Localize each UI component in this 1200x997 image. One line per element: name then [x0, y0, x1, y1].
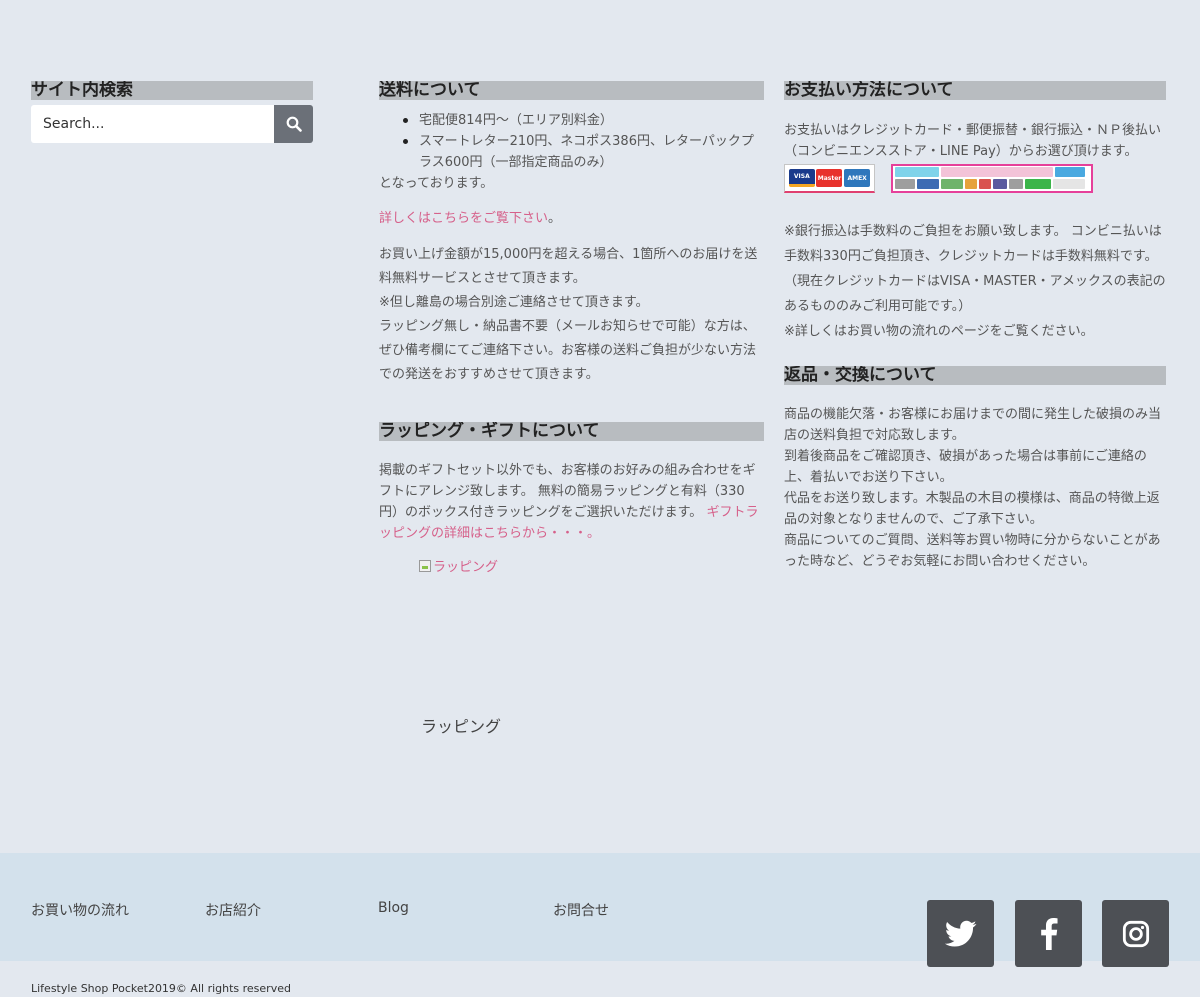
visa-logo: VISA: [788, 169, 815, 187]
payment-logos: VISA Master AMEX: [784, 164, 1166, 193]
shipping-detail-link[interactable]: 詳しくはこちらをご覧下さい: [379, 211, 548, 226]
returns-paragraphs: 商品の機能欠落・お客様にお届けまでの間に発生した破損のみ当店の送料負担で対応致し…: [784, 404, 1166, 572]
returns-paragraph: 到着後商品をご確認頂き、破損があった場合は事前にご連絡の上、着払いでお送り下さい…: [784, 449, 1147, 485]
twitter-icon: [944, 920, 976, 947]
instagram-icon: [1122, 920, 1149, 947]
search-heading: サイト内検索: [31, 81, 313, 100]
store-logo-icon: [941, 179, 963, 189]
search-icon: [286, 116, 302, 132]
payment-paragraph: ※詳しくはお買い物の流れのページをご覧ください。: [784, 324, 1094, 339]
main-content: サイト内検索 送料について 宅配便814円～（エリア別料金） スマートレター21…: [0, 0, 1200, 853]
wrapping-image-alt: ラッピング: [433, 560, 499, 575]
shipping-list: 宅配便814円～（エリア別料金） スマートレター210円、ネコポス386円、レタ…: [379, 110, 764, 173]
shipping-column: 送料について 宅配便814円～（エリア別料金） スマートレター210円、ネコポス…: [379, 81, 764, 737]
shipping-paragraphs: お買い上げ金額が15,000円を超える場合、1箇所へのお届けを送料無料サービスと…: [379, 243, 764, 387]
shipping-paragraph: ※但し離島の場合別途ご連絡させて頂きます。: [379, 295, 649, 310]
payment-paragraphs: ※銀行振込は手数料のご負担をお願い致します。 コンビニ払いは手数料330円ご負担…: [784, 219, 1166, 344]
np-banner-strip: [941, 167, 1053, 177]
store-logo-icon: [965, 179, 977, 189]
payment-column: お支払い方法について お支払いはクレジットカード・郵便振替・銀行振込・ＮＰ後払い…: [784, 81, 1166, 572]
mastercard-logo: Master: [816, 169, 843, 187]
footer-link-blog[interactable]: Blog: [378, 900, 409, 916]
store-logo-icon: [993, 179, 1007, 189]
search-button[interactable]: [274, 105, 313, 143]
np-banner-note: [1053, 179, 1085, 189]
np-badge-icon: [1055, 167, 1085, 177]
broken-image-icon: [419, 559, 431, 572]
np-banner-bottom-row: [895, 179, 1089, 190]
returns-paragraph: 商品の機能欠落・お客様にお届けまでの間に発生した破損のみ当店の送料負担で対応致し…: [784, 407, 1162, 443]
wrapping-caption: ラッピング: [421, 717, 502, 736]
store-logo-icon: [895, 179, 915, 189]
search-form: [31, 105, 313, 143]
payment-paragraph: ※銀行振込は手数料のご負担をお願い致します。 コンビニ払いは手数料330円ご負担…: [784, 224, 1166, 314]
shipping-paragraph: お買い上げ金額が15,000円を超える場合、1箇所へのお届けを送料無料サービスと…: [379, 247, 758, 286]
returns-paragraph: 代品をお送り致します。木製品の木目の模様は、商品の特徴上返品の対象となりませんの…: [784, 491, 1160, 527]
gift-heading: ラッピング・ギフトについて: [379, 422, 764, 441]
np-payment-banner: [891, 164, 1093, 193]
search-widget: サイト内検索: [31, 81, 313, 143]
store-logo-icon: [979, 179, 991, 189]
np-logo-icon: [895, 167, 939, 177]
wrapping-image: ラッピング: [419, 556, 764, 575]
list-item: 宅配便814円～（エリア別料金）: [403, 110, 764, 131]
store-logo-icon: [917, 179, 939, 189]
instagram-button[interactable]: [1102, 900, 1169, 967]
shipping-heading: 送料について: [379, 81, 764, 100]
shipping-after-list: となっております。: [379, 176, 494, 191]
store-logo-icon: [1009, 179, 1023, 189]
shipping-paragraph: ラッピング無し・納品書不要（メールお知らせで可能）な方は、ぜひ備考欄にてご連絡下…: [379, 319, 757, 382]
returns-heading: 返品・交換について: [784, 366, 1166, 385]
payment-heading: お支払い方法について: [784, 81, 1166, 100]
np-banner-top-row: [895, 167, 1089, 178]
copyright-text: Lifestyle Shop Pocket2019© All rights re…: [31, 982, 291, 995]
footer-link-contact[interactable]: お問合せ: [553, 900, 609, 920]
credit-card-logos: VISA Master AMEX: [784, 164, 875, 193]
footer-link-about-shop[interactable]: お店紹介: [205, 900, 261, 920]
footer-link-shopping-guide[interactable]: お買い物の流れ: [31, 900, 129, 920]
amex-logo: AMEX: [844, 169, 871, 187]
payment-intro: お支払いはクレジットカード・郵便振替・銀行振込・ＮＰ後払い（コンビニエンスストア…: [784, 123, 1162, 159]
gift-description: 掲載のギフトセット以外でも、お客様のお好みの組み合わせをギフトにアレンジ致します…: [379, 463, 756, 520]
shipping-detail-suffix: 。: [548, 211, 562, 226]
line-pay-logo-icon: [1025, 179, 1051, 189]
facebook-button[interactable]: [1015, 900, 1082, 967]
shipping-detail-line: 詳しくはこちらをご覧下さい。: [379, 208, 764, 229]
returns-paragraph: 商品についてのご質問、送料等お買い物時に分からないことがあった時など、どうぞお気…: [784, 533, 1161, 569]
facebook-icon: [1040, 917, 1058, 950]
list-item: スマートレター210円、ネコポス386円、レターパックプラス600円（一部指定商…: [403, 131, 764, 173]
twitter-button[interactable]: [927, 900, 994, 967]
search-input[interactable]: [31, 105, 274, 143]
gift-text: 掲載のギフトセット以外でも、お客様のお好みの組み合わせをギフトにアレンジ致します…: [379, 460, 764, 544]
footer-nav: お買い物の流れ お店紹介 Blog お問合せ: [0, 853, 1200, 967]
